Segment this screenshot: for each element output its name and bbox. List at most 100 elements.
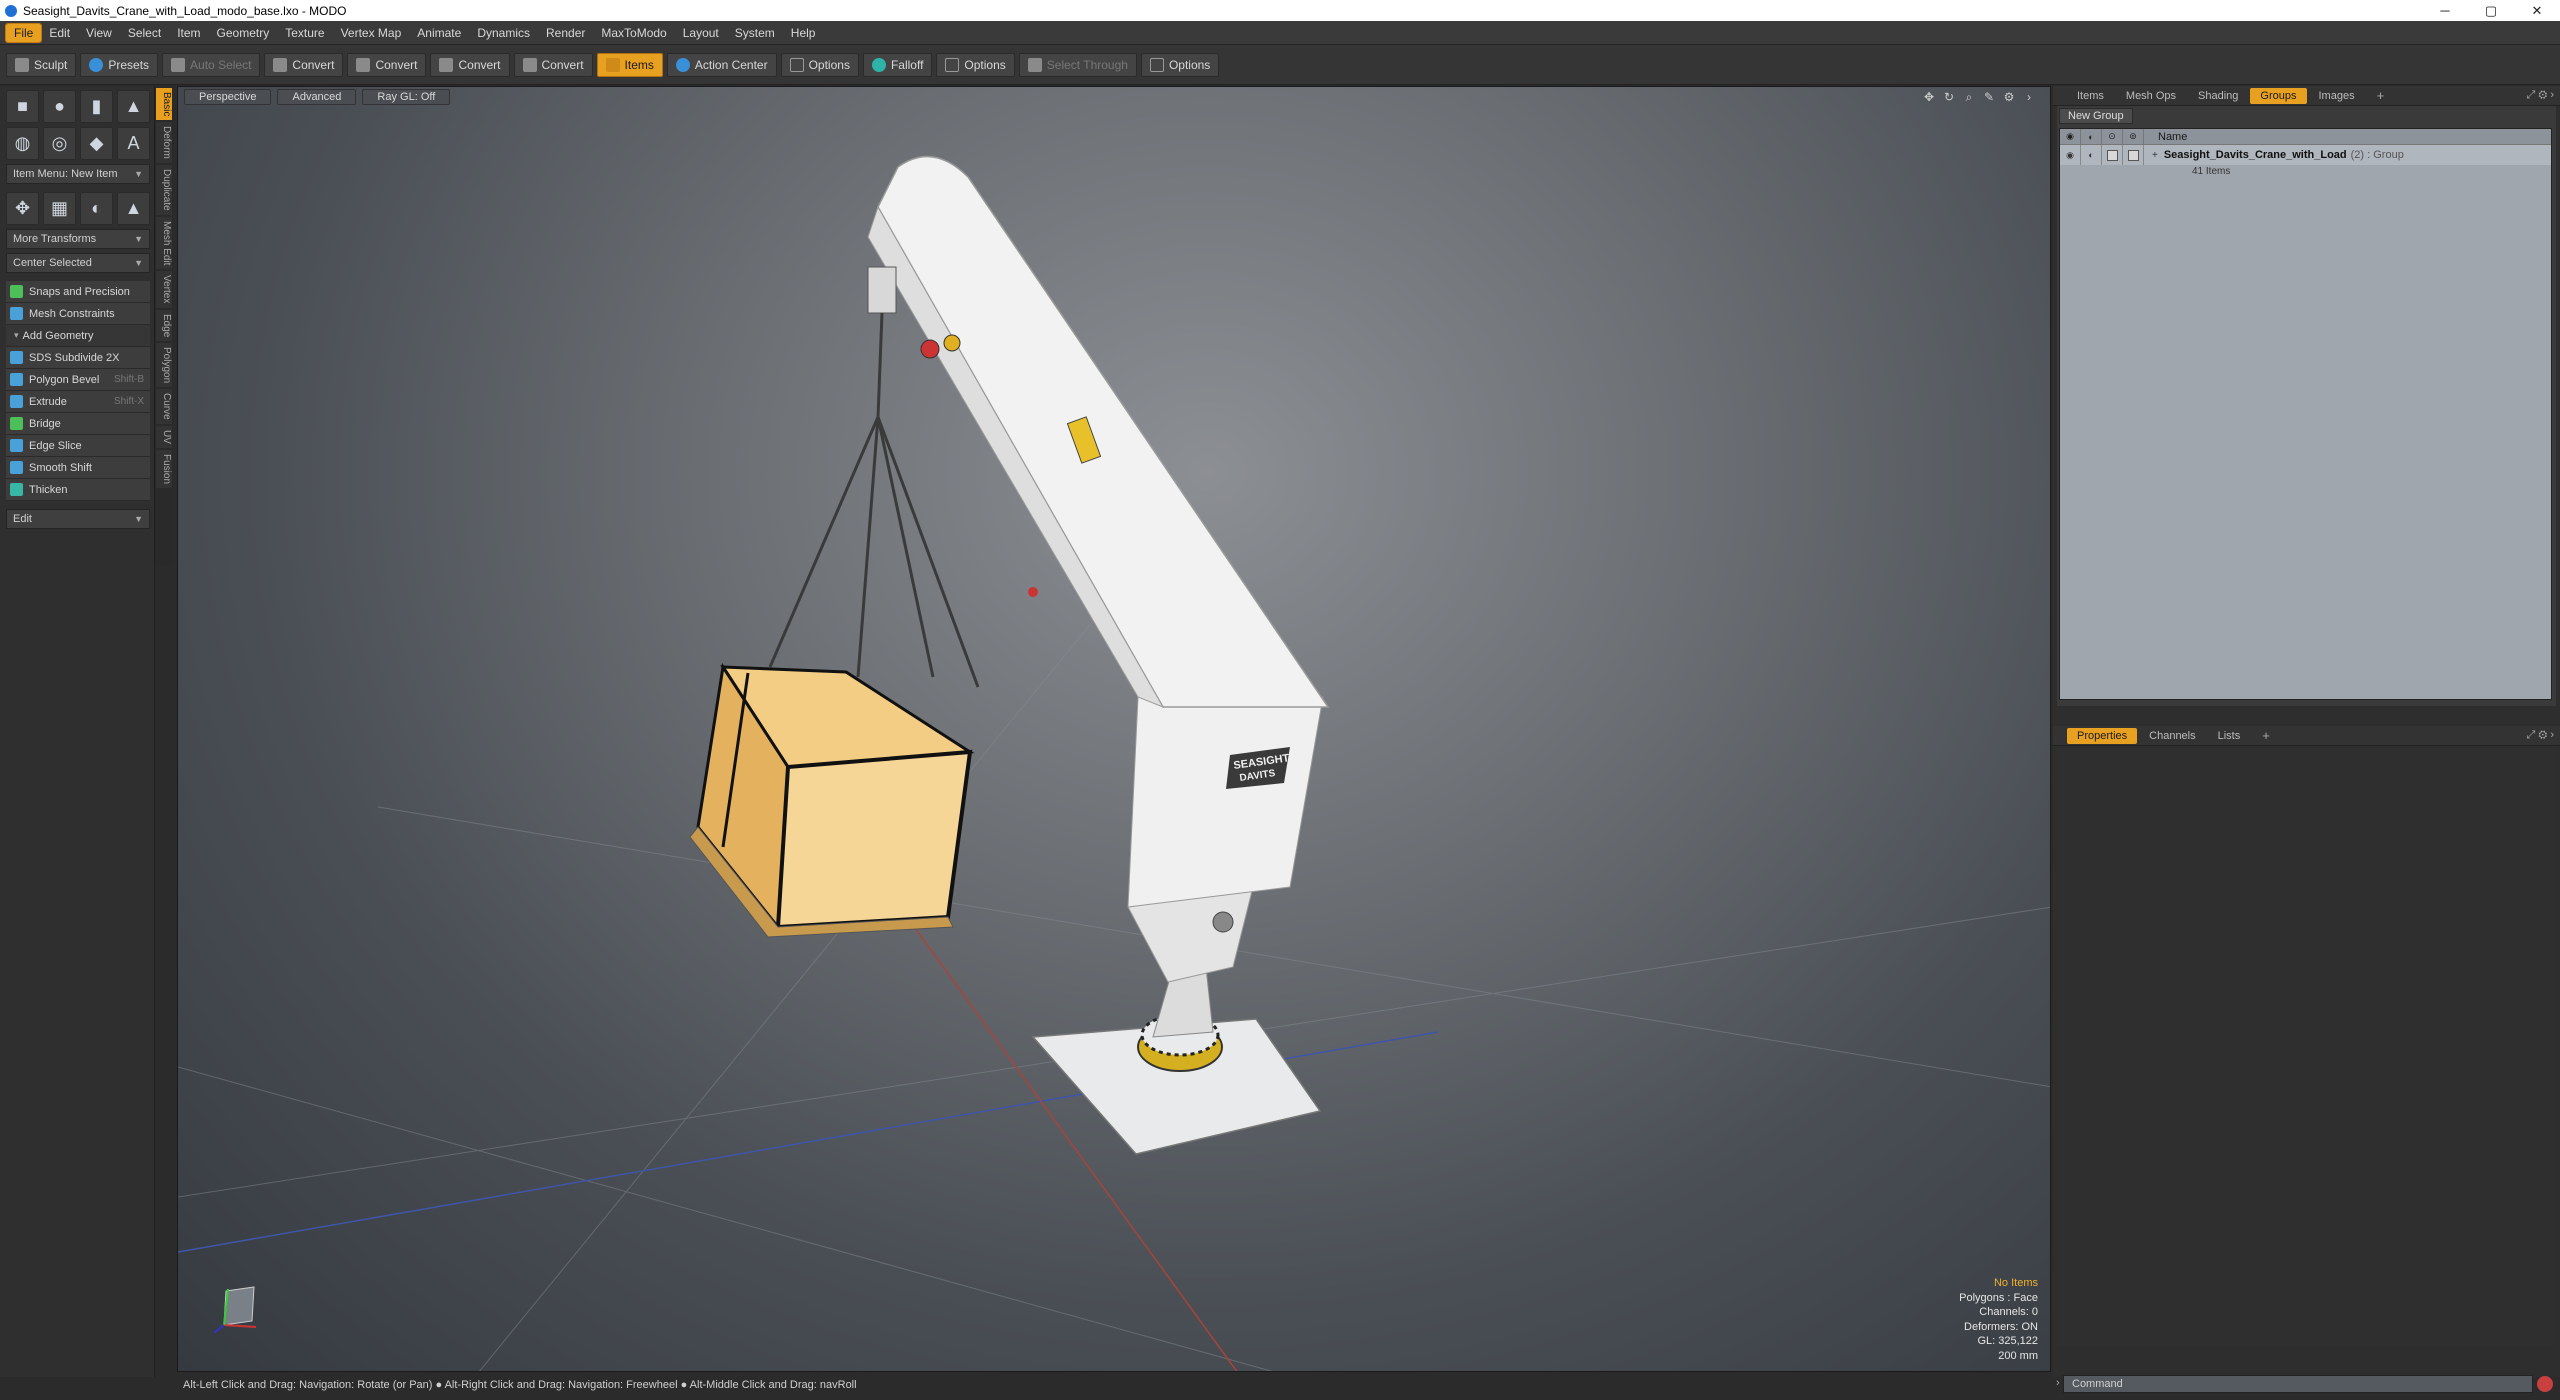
eye-icon[interactable]: ◉ bbox=[2060, 128, 2081, 145]
render-icon[interactable]: ◐ bbox=[2081, 128, 2102, 145]
name-column-header[interactable]: Name bbox=[2144, 131, 2187, 143]
thicken-button[interactable]: Thicken bbox=[6, 479, 150, 501]
add-geometry-section[interactable]: Add Geometry bbox=[6, 325, 150, 347]
command-input[interactable]: Command bbox=[2063, 1375, 2533, 1393]
convert-polygons-button[interactable]: Convert bbox=[430, 52, 510, 77]
item-menu-dropdown[interactable]: Item Menu: New Item ▼ bbox=[6, 164, 150, 184]
add-tab-icon[interactable]: + bbox=[2367, 86, 2395, 105]
convert-edges-button[interactable]: Convert bbox=[347, 52, 427, 77]
command-history-button[interactable] bbox=[2537, 1376, 2553, 1392]
tab-items[interactable]: Items bbox=[2067, 88, 2114, 104]
orbit-icon[interactable]: ↻ bbox=[1942, 90, 1956, 104]
items-mode-button[interactable]: Items bbox=[596, 52, 663, 77]
tab-edge[interactable]: Edge bbox=[156, 309, 172, 342]
options-button-3[interactable]: Options bbox=[1140, 52, 1220, 77]
tab-basic[interactable]: Basic bbox=[156, 88, 172, 121]
center-selected-dropdown[interactable]: Center Selected ▼ bbox=[6, 253, 150, 273]
convert-vertices-button[interactable]: Convert bbox=[264, 52, 344, 77]
menu-geometry[interactable]: Geometry bbox=[209, 24, 278, 42]
menu-texture[interactable]: Texture bbox=[277, 24, 332, 42]
auto-select-button[interactable]: Auto Select bbox=[162, 52, 261, 77]
maximize-button[interactable]: ▢ bbox=[2468, 0, 2514, 21]
close-button[interactable]: ✕ bbox=[2514, 0, 2560, 21]
edit-dropdown[interactable]: Edit ▼ bbox=[6, 509, 150, 529]
sphere-icon[interactable]: ● bbox=[43, 90, 76, 123]
edge-slice-button[interactable]: Edge Slice bbox=[6, 435, 150, 457]
ray-gl-tab[interactable]: Ray GL: Off bbox=[362, 89, 451, 105]
lock-toggle[interactable] bbox=[2102, 145, 2123, 165]
tab-channels[interactable]: Channels bbox=[2139, 728, 2205, 744]
menu-select[interactable]: Select bbox=[120, 24, 169, 42]
expand-panel-icon[interactable]: ⤢ ⚙ › bbox=[2527, 729, 2554, 742]
menu-help[interactable]: Help bbox=[783, 24, 824, 42]
capsule-icon[interactable]: ◍ bbox=[6, 127, 39, 160]
menu-system[interactable]: System bbox=[727, 24, 783, 42]
toroid-icon[interactable]: ◎ bbox=[43, 127, 76, 160]
perspective-tab[interactable]: Perspective bbox=[184, 89, 272, 105]
chevron-right-icon[interactable]: › bbox=[2022, 90, 2036, 104]
menu-dynamics[interactable]: Dynamics bbox=[469, 24, 538, 42]
cube-icon[interactable]: ■ bbox=[6, 90, 39, 123]
pan-icon[interactable]: ✥ bbox=[1922, 90, 1936, 104]
action-center-button[interactable]: Action Center bbox=[666, 52, 777, 77]
more-transforms-dropdown[interactable]: More Transforms ▼ bbox=[6, 229, 150, 249]
tab-lists[interactable]: Lists bbox=[2208, 728, 2251, 744]
select-toggle[interactable] bbox=[2123, 145, 2144, 165]
tab-duplicate[interactable]: Duplicate bbox=[156, 165, 172, 215]
tab-vertex[interactable]: Vertex bbox=[156, 271, 172, 308]
menu-render[interactable]: Render bbox=[538, 24, 593, 42]
falloff-button[interactable]: Falloff bbox=[862, 52, 933, 77]
polygon-bevel-button[interactable]: Polygon Bevel Shift-B bbox=[6, 369, 150, 391]
tab-properties[interactable]: Properties bbox=[2067, 727, 2138, 744]
options-button-2[interactable]: Options bbox=[936, 52, 1015, 77]
cone-icon[interactable]: ▲ bbox=[117, 90, 150, 123]
add-tab-icon[interactable]: + bbox=[2252, 726, 2280, 745]
cylinder-icon[interactable]: ▮ bbox=[80, 90, 113, 123]
menu-layout[interactable]: Layout bbox=[675, 24, 727, 42]
options-button-1[interactable]: Options bbox=[780, 52, 859, 77]
3d-viewport[interactable]: SEASIGHT DAVITS Perspective Advanced Ray… bbox=[177, 86, 2051, 1372]
tab-polygon[interactable]: Polygon bbox=[156, 343, 172, 388]
plane-icon[interactable]: ◆ bbox=[80, 127, 113, 160]
table-row[interactable]: ◉ ◐ + Seasight_Davits_Crane_with_Load (2… bbox=[2060, 145, 2551, 165]
menu-view[interactable]: View bbox=[78, 24, 120, 42]
presets-button[interactable]: Presets bbox=[80, 52, 159, 77]
rotate-icon[interactable]: ◐ bbox=[80, 192, 113, 225]
transform-icon[interactable]: ✥ bbox=[6, 192, 39, 225]
zoom-icon[interactable]: ⌕ bbox=[1962, 90, 1976, 104]
menu-edit[interactable]: Edit bbox=[41, 24, 78, 42]
convert-materials-button[interactable]: Convert bbox=[513, 52, 593, 77]
scale-icon[interactable]: ▲ bbox=[117, 192, 150, 225]
sculpt-button[interactable]: Sculpt bbox=[6, 52, 77, 77]
text-icon[interactable]: A bbox=[117, 127, 150, 160]
advanced-tab[interactable]: Advanced bbox=[277, 89, 357, 105]
bridge-button[interactable]: Bridge bbox=[6, 413, 150, 435]
tab-fusion[interactable]: Fusion bbox=[156, 449, 172, 488]
sds-subdivide-button[interactable]: SDS Subdivide 2X bbox=[6, 347, 150, 369]
tab-deform[interactable]: Deform bbox=[156, 122, 172, 164]
lock-icon[interactable]: ⊙ bbox=[2102, 128, 2123, 145]
mesh-constraints-button[interactable]: Mesh Constraints bbox=[6, 303, 150, 325]
menu-item[interactable]: Item bbox=[169, 24, 208, 42]
select-through-button[interactable]: Select Through bbox=[1018, 52, 1137, 77]
expand-icon[interactable]: + bbox=[2144, 150, 2158, 161]
tab-images[interactable]: Images bbox=[2309, 88, 2365, 104]
visibility-toggle[interactable]: ◉ bbox=[2060, 145, 2081, 165]
tab-curve[interactable]: Curve bbox=[156, 389, 172, 424]
tab-shading[interactable]: Shading bbox=[2188, 88, 2248, 104]
minimize-button[interactable]: ─ bbox=[2422, 0, 2468, 21]
gear-icon[interactable]: ⚙ bbox=[2002, 90, 2016, 104]
expand-panel-icon[interactable]: ⤢ ⚙ › bbox=[2527, 89, 2554, 102]
menu-animate[interactable]: Animate bbox=[409, 24, 469, 42]
menu-maxtomodo[interactable]: MaxToModo bbox=[593, 24, 674, 42]
menu-file[interactable]: File bbox=[4, 22, 43, 43]
tab-uv[interactable]: UV bbox=[156, 425, 172, 448]
smooth-shift-button[interactable]: Smooth Shift bbox=[6, 457, 150, 479]
menu-vertex-map[interactable]: Vertex Map bbox=[333, 24, 410, 42]
new-group-button[interactable]: New Group bbox=[2059, 108, 2133, 124]
grid-icon[interactable]: ▦ bbox=[43, 192, 76, 225]
render-toggle[interactable]: ◐ bbox=[2081, 145, 2102, 165]
brush-icon[interactable]: ✎ bbox=[1982, 90, 1996, 104]
tab-mesh-edit[interactable]: Mesh Edit bbox=[156, 216, 172, 270]
extrude-button[interactable]: Extrude Shift-X bbox=[6, 391, 150, 413]
